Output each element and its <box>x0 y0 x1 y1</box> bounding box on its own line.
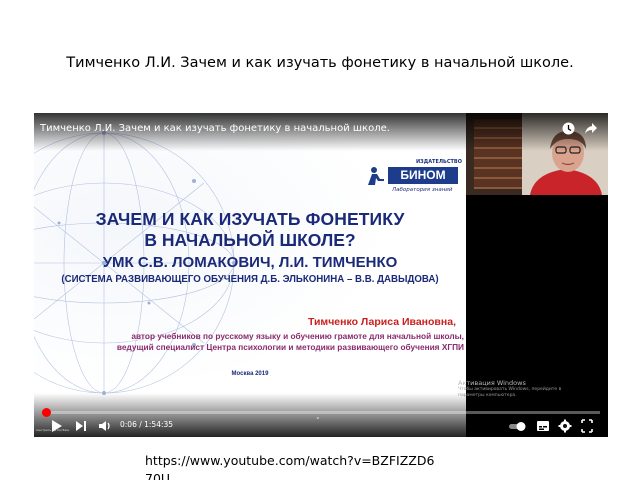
share-icon[interactable] <box>584 122 598 135</box>
slide-author: Тимченко Лариса Ивановна, <box>307 316 456 328</box>
slide-title-line3: УМК С.В. ЛОМАКОВИЧ, Л.И. ТИМЧЕНКО <box>102 254 398 271</box>
reader-icon <box>368 167 384 185</box>
video-url[interactable]: https://www.youtube.com/watch?v=BZFIZZD6… <box>145 452 435 480</box>
next-icon[interactable] <box>74 418 88 434</box>
publisher-name: БИНОМ <box>388 167 458 184</box>
slide-desc-line2: ведущий специалист Центра психологии и м… <box>116 342 464 352</box>
slide-title-line4: (СИСТЕМА РАЗВИВАЮЩЕГО ОБУЧЕНИЯ Д.Б. ЭЛЬК… <box>61 274 439 285</box>
chevron-down-icon[interactable]: ˅ <box>316 417 320 425</box>
volume-icon[interactable] <box>98 418 112 434</box>
slide-city: Москва 2019 <box>231 371 269 377</box>
slide-desc-line1: автор учебников по русскому языку и обуч… <box>131 331 464 341</box>
time-display: 0:06 / 1:54:35 <box>120 420 174 429</box>
watch-later-icon[interactable] <box>562 122 575 135</box>
windows-activation-title: Активация Windows <box>458 379 526 387</box>
page-heading: Тимченко Л.И. Зачем и как изучать фонети… <box>66 55 574 71</box>
video-player[interactable]: ИЗДАТЕЛЬСТВО БИНОМ Лаборатория знаний ЗА… <box>34 113 608 437</box>
progress-knob[interactable] <box>42 408 51 417</box>
page: Тимченко Л.И. Зачем и как изучать фонети… <box>0 0 640 480</box>
publisher-logo: ИЗДАТЕЛЬСТВО БИНОМ Лаборатория знаний <box>364 159 462 199</box>
watch-on-youtube-label[interactable]: Смотреть на YouTube <box>36 428 69 432</box>
video-title[interactable]: Тимченко Л.И. Зачем и как изучать фонети… <box>40 123 390 134</box>
progress-bar[interactable] <box>42 408 600 417</box>
video-frame: ИЗДАТЕЛЬСТВО БИНОМ Лаборатория знаний ЗА… <box>34 113 466 437</box>
autoplay-toggle[interactable] <box>508 418 528 434</box>
slide-title-line2: В НАЧАЛЬНОЙ ШКОЛЕ? <box>144 230 356 250</box>
publisher-sub: Лаборатория знаний <box>392 187 453 193</box>
slide-description: автор учебников по русскому языку и обуч… <box>54 331 464 353</box>
fullscreen-icon[interactable] <box>580 418 594 434</box>
slide-title-line1: ЗАЧЕМ И КАК ИЗУЧАТЬ ФОНЕТИКУ <box>95 209 405 229</box>
settings-icon[interactable] <box>558 418 572 434</box>
subtitles-icon[interactable] <box>536 418 550 434</box>
publisher-small-label: ИЗДАТЕЛЬСТВО <box>416 159 462 165</box>
